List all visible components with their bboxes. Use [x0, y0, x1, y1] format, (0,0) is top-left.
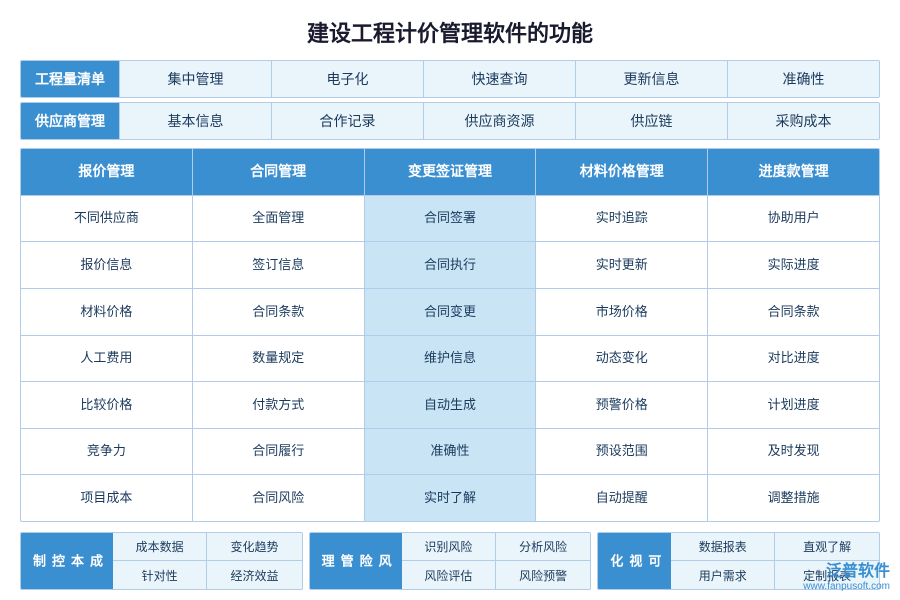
bar1-item-4: 准确性 — [727, 61, 879, 97]
grid-col1-cell6: 项目成本 — [21, 475, 192, 521]
grid-col3-cell6: 实时了解 — [365, 475, 536, 521]
bottom-block2-item3: 风险预警 — [496, 561, 590, 589]
bottom-block1-item1: 变化趋势 — [207, 533, 301, 561]
grid-col3-header: 变更签证管理 — [365, 149, 536, 196]
bar2-item-0: 基本信息 — [119, 103, 271, 139]
grid-col4-cell4: 预警价格 — [536, 382, 707, 429]
bar2-item-2: 供应商资源 — [423, 103, 575, 139]
bar1-item-1: 电子化 — [271, 61, 423, 97]
grid-col2-cell2: 合同条款 — [193, 289, 364, 336]
bottom-block2-items: 识别风险 分析风险 风险评估 风险预警 — [402, 533, 591, 589]
grid-col5-cell0: 协助用户 — [708, 196, 879, 243]
logo-area: 泛普软件 www.fanpusoft.com — [803, 557, 890, 592]
grid-col3-cell1: 合同执行 — [365, 242, 536, 289]
grid-col2-cell3: 数量规定 — [193, 336, 364, 383]
grid-col5-cell5: 及时发现 — [708, 429, 879, 476]
grid-col5-cell2: 合同条款 — [708, 289, 879, 336]
bottom-block-risk: 风险管理 识别风险 分析风险 风险评估 风险预警 — [309, 532, 592, 590]
grid-col4-cell6: 自动提醒 — [536, 475, 707, 521]
grid-col4-cell0: 实时追踪 — [536, 196, 707, 243]
bar2-item-3: 供应链 — [575, 103, 727, 139]
grid-col5-cell6: 调整措施 — [708, 475, 879, 521]
bar2-item-4: 采购成本 — [727, 103, 879, 139]
grid-col4-cell1: 实时更新 — [536, 242, 707, 289]
grid-col2-cell5: 合同履行 — [193, 429, 364, 476]
grid-col3-cell5: 准确性 — [365, 429, 536, 476]
bar1-items: 集中管理 电子化 快速查询 更新信息 准确性 — [119, 61, 879, 97]
grid-col2: 合同管理 全面管理 签订信息 合同条款 数量规定 付款方式 合同履行 合同风险 — [193, 149, 365, 521]
grid-col2-cell1: 签订信息 — [193, 242, 364, 289]
grid-col1-header: 报价管理 — [21, 149, 192, 196]
grid-col4: 材料价格管理 实时追踪 实时更新 市场价格 动态变化 预警价格 预设范围 自动提… — [536, 149, 708, 521]
bottom-block3-label: 可视化 — [598, 533, 671, 589]
grid-col3-cell3: 维护信息 — [365, 336, 536, 383]
bottom-block2-label: 风险管理 — [310, 533, 402, 589]
grid-col3: 变更签证管理 合同签署 合同执行 合同变更 维护信息 自动生成 准确性 实时了解 — [365, 149, 537, 521]
bottom-block2-item1: 分析风险 — [496, 533, 590, 561]
grid-col1-cell2: 材料价格 — [21, 289, 192, 336]
bottom-section: 成本控制 成本数据 变化趋势 针对性 经济效益 风险管理 识别风险 分析风险 风… — [20, 532, 880, 590]
grid-col1: 报价管理 不同供应商 报价信息 材料价格 人工费用 比较价格 竞争力 项目成本 — [21, 149, 193, 521]
grid-col2-cell4: 付款方式 — [193, 382, 364, 429]
bottom-block3-item2: 用户需求 — [671, 561, 775, 589]
grid-col1-cell3: 人工费用 — [21, 336, 192, 383]
bar2-items: 基本信息 合作记录 供应商资源 供应链 采购成本 — [119, 103, 879, 139]
bar1-item-2: 快速查询 — [423, 61, 575, 97]
main-grid: 报价管理 不同供应商 报价信息 材料价格 人工费用 比较价格 竞争力 项目成本 … — [20, 148, 880, 522]
bar-gongchengliang: 工程量清单 集中管理 电子化 快速查询 更新信息 准确性 — [20, 60, 880, 98]
bar-gongyingshang: 供应商管理 基本信息 合作记录 供应商资源 供应链 采购成本 — [20, 102, 880, 140]
bottom-block3-item0: 数据报表 — [671, 533, 775, 561]
grid-col2-cell0: 全面管理 — [193, 196, 364, 243]
grid-col5-cell4: 计划进度 — [708, 382, 879, 429]
bar2-item-1: 合作记录 — [271, 103, 423, 139]
bottom-block1-item3: 经济效益 — [207, 561, 301, 589]
top-section: 工程量清单 集中管理 电子化 快速查询 更新信息 准确性 供应商管理 基本信息 … — [20, 60, 880, 140]
bottom-block2-item2: 风险评估 — [402, 561, 496, 589]
bottom-block1-items: 成本数据 变化趋势 针对性 经济效益 — [113, 533, 302, 589]
grid-col5: 进度款管理 协助用户 实际进度 合同条款 对比进度 计划进度 及时发现 调整措施 — [708, 149, 879, 521]
page-title: 建设工程计价管理软件的功能 — [20, 16, 880, 48]
bottom-block-cost: 成本控制 成本数据 变化趋势 针对性 经济效益 — [20, 532, 303, 590]
grid-col1-cell4: 比较价格 — [21, 382, 192, 429]
grid-col4-header: 材料价格管理 — [536, 149, 707, 196]
logo-url: www.fanpusoft.com — [803, 581, 890, 592]
grid-col4-cell3: 动态变化 — [536, 336, 707, 383]
grid-col1-cell1: 报价信息 — [21, 242, 192, 289]
grid-col1-cell5: 竞争力 — [21, 429, 192, 476]
grid-col2-header: 合同管理 — [193, 149, 364, 196]
grid-col3-cell0: 合同签署 — [365, 196, 536, 243]
bottom-block1-item0: 成本数据 — [113, 533, 207, 561]
bar1-label: 工程量清单 — [21, 61, 119, 97]
bar1-item-0: 集中管理 — [119, 61, 271, 97]
bottom-block2-item0: 识别风险 — [402, 533, 496, 561]
bar2-label: 供应商管理 — [21, 103, 119, 139]
grid-col3-cell4: 自动生成 — [365, 382, 536, 429]
grid-col4-cell5: 预设范围 — [536, 429, 707, 476]
grid-col1-cell0: 不同供应商 — [21, 196, 192, 243]
logo-text: 泛普软件 — [826, 557, 890, 581]
grid-col5-cell3: 对比进度 — [708, 336, 879, 383]
grid-col4-cell2: 市场价格 — [536, 289, 707, 336]
bar1-item-3: 更新信息 — [575, 61, 727, 97]
grid-col2-cell6: 合同风险 — [193, 475, 364, 521]
bottom-block1-item2: 针对性 — [113, 561, 207, 589]
grid-col5-header: 进度款管理 — [708, 149, 879, 196]
bottom-block1-label: 成本控制 — [21, 533, 113, 589]
grid-col3-cell2: 合同变更 — [365, 289, 536, 336]
grid-col5-cell1: 实际进度 — [708, 242, 879, 289]
